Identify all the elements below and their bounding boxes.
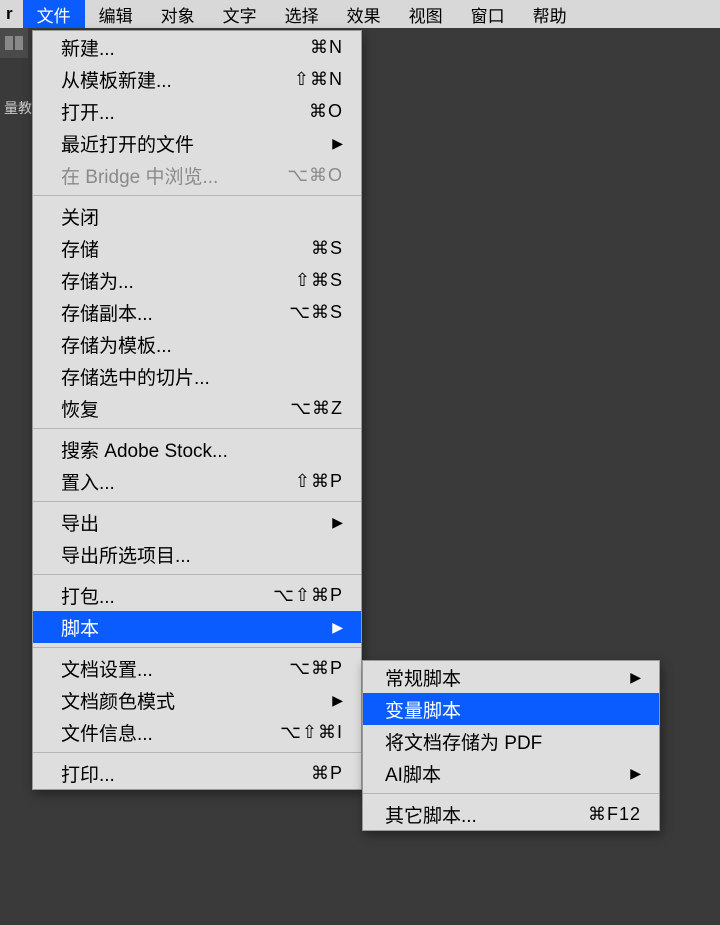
menu-separator <box>33 574 361 575</box>
scripts-submenu-item[interactable]: 将文档存储为 PDF <box>363 725 659 757</box>
shortcut-label: ⌥⇧⌘I <box>280 722 343 743</box>
submenu-arrow-icon: ▶ <box>630 669 641 686</box>
file-menu-item-label: 存储为... <box>61 267 134 294</box>
shortcut-label: ⌘S <box>311 238 343 259</box>
menu-window[interactable]: 窗口 <box>457 0 519 28</box>
shortcut-label: ⇧⌘P <box>295 471 343 492</box>
submenu-arrow-icon: ▶ <box>332 692 343 709</box>
scripts-submenu-item-label: 将文档存储为 PDF <box>385 728 542 755</box>
scripts-submenu-item[interactable]: AI脚本 ▶ <box>363 757 659 789</box>
file-menu-item-label: 打印... <box>61 760 115 787</box>
file-menu-item-label: 恢复 <box>61 395 99 422</box>
shortcut-label: ⇧⌘N <box>294 69 343 90</box>
menu-help[interactable]: 帮助 <box>519 0 581 28</box>
scripts-submenu-item-label: 变量脚本 <box>385 696 461 723</box>
shortcut-label: ⌥⌘Z <box>290 398 343 419</box>
scripts-submenu-item[interactable]: 常规脚本 ▶ <box>363 661 659 693</box>
file-menu-item[interactable]: 存储选中的切片... <box>33 360 361 392</box>
scripts-submenu-item-label: 常规脚本 <box>385 664 461 691</box>
file-menu-item[interactable]: 文档设置... ⌥⌘P <box>33 652 361 684</box>
file-menu-item[interactable]: 搜索 Adobe Stock... <box>33 433 361 465</box>
file-menu-item-label: 关闭 <box>61 203 99 230</box>
file-menu-item[interactable]: 打印... ⌘P <box>33 757 361 789</box>
layout-split-icon <box>5 36 23 50</box>
shortcut-label: ⇧⌘S <box>295 270 343 291</box>
menu-separator <box>33 647 361 648</box>
file-menu-item-label: 置入... <box>61 468 115 495</box>
scripts-submenu-item[interactable]: 其它脚本... ⌘F12 <box>363 798 659 830</box>
file-menu-item-label: 存储 <box>61 235 99 262</box>
scripts-submenu-item[interactable]: 变量脚本 <box>363 693 659 725</box>
file-menu-item-label: 文档颜色模式 <box>61 687 175 714</box>
file-menu-item-label: 脚本 <box>61 614 99 641</box>
menu-edit[interactable]: 编辑 <box>85 0 147 28</box>
menu-effect[interactable]: 效果 <box>333 0 395 28</box>
shortcut-label: ⌥⌘S <box>289 302 343 323</box>
menu-separator <box>363 793 659 794</box>
file-menu-item[interactable]: 新建... ⌘N <box>33 31 361 63</box>
scripts-submenu-item-label: 其它脚本... <box>385 801 477 828</box>
menu-separator <box>33 428 361 429</box>
file-menu-item-label: 文件信息... <box>61 719 153 746</box>
file-menu-item-label: 文档设置... <box>61 655 153 682</box>
panel-layout-icon[interactable] <box>0 28 28 58</box>
shortcut-label: ⌥⇧⌘P <box>273 585 343 606</box>
file-menu-item[interactable]: 文件信息... ⌥⇧⌘I <box>33 716 361 748</box>
menu-object[interactable]: 对象 <box>147 0 209 28</box>
menu-separator <box>33 501 361 502</box>
file-menu-item-label: 导出所选项目... <box>61 541 191 568</box>
file-menu-item-label: 存储副本... <box>61 299 153 326</box>
file-menu-item[interactable]: 文档颜色模式 ▶ <box>33 684 361 716</box>
file-menu-dropdown: 新建... ⌘N 从模板新建... ⇧⌘N 打开... ⌘O 最近打开的文件 ▶ 在 Bridg… <box>32 30 362 790</box>
menu-separator <box>33 752 361 753</box>
file-menu-item[interactable]: 打开... ⌘O <box>33 95 361 127</box>
file-menu-item-label: 在 Bridge 中浏览... <box>61 162 218 189</box>
file-menu-item[interactable]: 存储为... ⇧⌘S <box>33 264 361 296</box>
file-menu-item[interactable]: 关闭 <box>33 200 361 232</box>
menubar: r 文件 编辑 对象 文字 选择 效果 视图 窗口 帮助 <box>0 0 720 28</box>
file-menu-item-label: 打包... <box>61 582 115 609</box>
app-initial: r <box>0 4 23 24</box>
shortcut-label: ⌘F12 <box>588 804 641 825</box>
menu-file[interactable]: 文件 <box>23 0 85 28</box>
file-menu-item-label: 新建... <box>61 34 115 61</box>
submenu-arrow-icon: ▶ <box>332 619 343 636</box>
shortcut-label: ⌘O <box>309 101 343 122</box>
menu-select[interactable]: 选择 <box>271 0 333 28</box>
file-menu-item-label: 存储为模板... <box>61 331 172 358</box>
file-menu-item[interactable]: 导出 ▶ <box>33 506 361 538</box>
shortcut-label: ⌥⌘O <box>287 165 343 186</box>
submenu-arrow-icon: ▶ <box>332 135 343 152</box>
shortcut-label: ⌘N <box>310 37 343 58</box>
submenu-arrow-icon: ▶ <box>630 765 641 782</box>
file-menu-item-label: 从模板新建... <box>61 66 172 93</box>
shortcut-label: ⌥⌘P <box>289 658 343 679</box>
file-menu-item-label: 搜索 Adobe Stock... <box>61 436 228 463</box>
shortcut-label: ⌘P <box>311 763 343 784</box>
file-menu-item[interactable]: 最近打开的文件 ▶ <box>33 127 361 159</box>
menu-view[interactable]: 视图 <box>395 0 457 28</box>
file-menu-item[interactable]: 从模板新建... ⇧⌘N <box>33 63 361 95</box>
file-menu-item[interactable]: 导出所选项目... <box>33 538 361 570</box>
file-menu-item[interactable]: 置入... ⇧⌘P <box>33 465 361 497</box>
scripts-submenu-item-label: AI脚本 <box>385 760 441 787</box>
file-menu-item-label: 导出 <box>61 509 99 536</box>
file-menu-item[interactable]: 存储副本... ⌥⌘S <box>33 296 361 328</box>
file-menu-item-label: 最近打开的文件 <box>61 130 194 157</box>
file-menu-item-label: 打开... <box>61 98 115 125</box>
left-panel-label: 量教 <box>0 98 32 118</box>
file-menu-item-label: 存储选中的切片... <box>61 363 210 390</box>
file-menu-item[interactable]: 打包... ⌥⇧⌘P <box>33 579 361 611</box>
file-menu-item: 在 Bridge 中浏览... ⌥⌘O <box>33 159 361 191</box>
file-menu-item[interactable]: 存储 ⌘S <box>33 232 361 264</box>
scripts-submenu: 常规脚本 ▶ 变量脚本将文档存储为 PDF AI脚本 ▶ 其它脚本... ⌘F12 <box>362 660 660 831</box>
file-menu-item[interactable]: 恢复 ⌥⌘Z <box>33 392 361 424</box>
file-menu-item[interactable]: 脚本 ▶ <box>33 611 361 643</box>
menu-separator <box>33 195 361 196</box>
file-menu-item[interactable]: 存储为模板... <box>33 328 361 360</box>
submenu-arrow-icon: ▶ <box>332 514 343 531</box>
menu-type[interactable]: 文字 <box>209 0 271 28</box>
